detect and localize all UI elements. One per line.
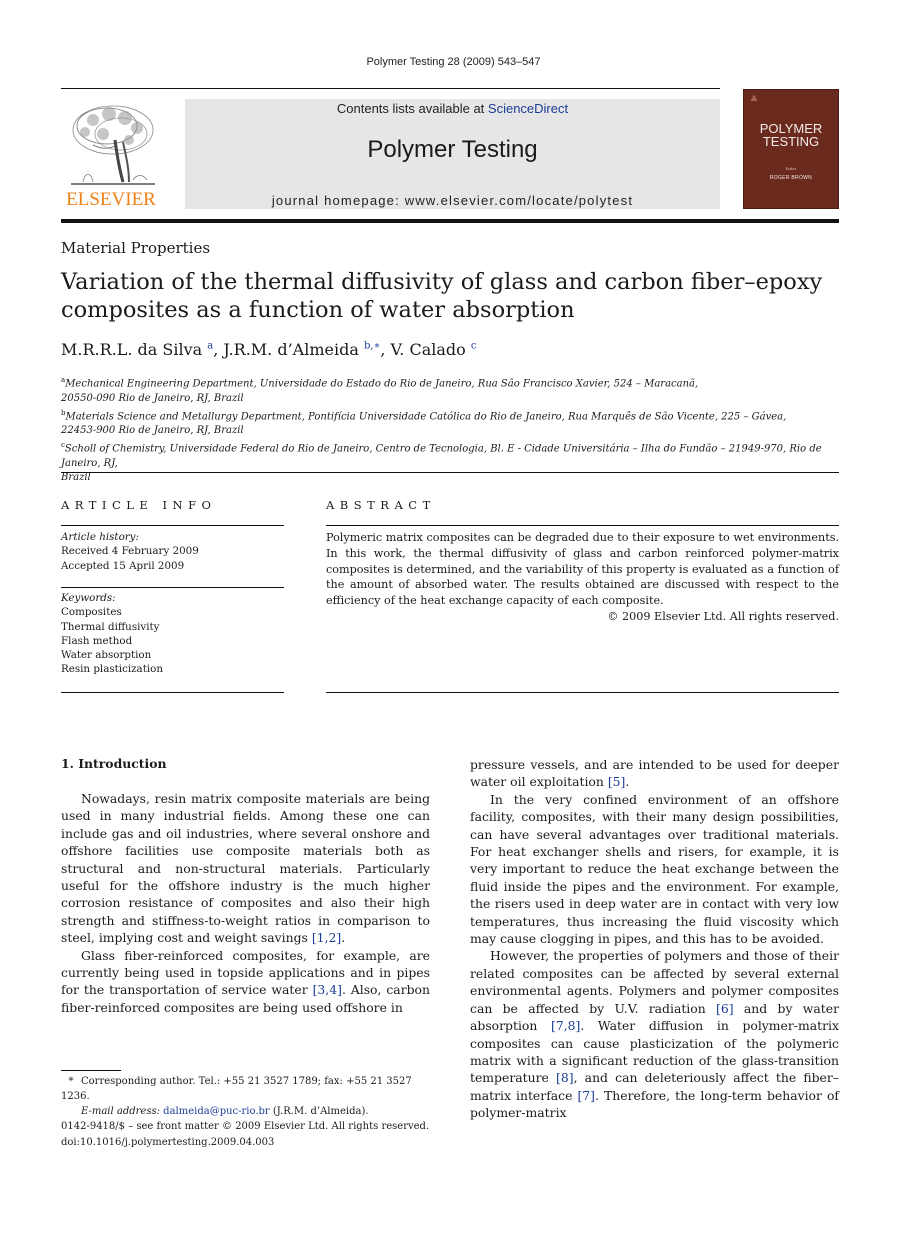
citation-link[interactable]: [5] — [608, 774, 626, 789]
elsevier-tree-icon — [71, 105, 155, 185]
header-rule — [61, 88, 720, 89]
article-info-rule — [61, 525, 284, 526]
affiliation-text: Scholl of Chemistry, Universidade Federa… — [61, 443, 822, 469]
issn-line: 0142-9418/$ – see front matter © 2009 El… — [61, 1121, 430, 1132]
keyword: Composites — [61, 606, 122, 619]
affiliation-item-cont: 20550-090 Rio de Janeiro, RJ, Brazil — [61, 392, 244, 404]
author-name[interactable]: J.R.M. d’Almeida — [223, 340, 358, 359]
affiliation-item: cScholl of Chemistry, Universidade Feder… — [61, 438, 841, 471]
affiliations: aMechanical Engineering Department, Univ… — [61, 373, 841, 485]
masthead-thick-rule — [61, 219, 839, 223]
affiliation-item-cont: Brazil — [61, 472, 91, 484]
affiliation-item: aMechanical Engineering Department, Univ… — [61, 373, 841, 392]
contents-prefix: Contents lists available at — [336, 101, 488, 116]
footnote-rule — [61, 1070, 121, 1071]
affiliation-item: bMaterials Science and Metallurgy Depart… — [61, 406, 841, 425]
citation-link[interactable]: [7,8] — [551, 1018, 580, 1033]
author-affiliation-marker[interactable]: a — [207, 341, 213, 352]
citation-link[interactable]: [6] — [716, 1001, 734, 1016]
sciencedirect-link[interactable]: ScienceDirect — [488, 101, 568, 116]
article-info-heading: ARTICLE INFO — [61, 498, 217, 512]
journal-homepage-link[interactable]: journal homepage: www.elsevier.com/locat… — [185, 193, 720, 208]
author-name[interactable]: V. Calado — [391, 340, 466, 359]
author-name[interactable]: M.R.R.L. da Silva — [61, 340, 202, 359]
doi-link[interactable]: doi:10.1016/j.polymertesting.2009.04.003 — [61, 1135, 441, 1151]
section-heading: 1. Introduction — [61, 756, 167, 771]
footnote-line: * Corresponding author. Tel.: +55 21 3527… — [61, 1074, 436, 1104]
paragraph-text: . — [625, 774, 630, 790]
footnote-contact: Corresponding author. Tel.: +55 21 3527 … — [61, 1076, 412, 1102]
affiliation-text: Mechanical Engineering Department, Unive… — [65, 378, 699, 390]
author-affiliation-marker[interactable]: c — [471, 341, 477, 352]
cover-title-line2: TESTING — [762, 134, 820, 149]
footnote-star: * — [68, 1076, 74, 1087]
cover-editor-name: ROGER BROWN — [769, 175, 813, 181]
paragraph: In the very confined environment of an o… — [470, 791, 839, 947]
paragraph: Nowadays, resin matrix composite materia… — [61, 790, 430, 947]
article-title: Variation of the thermal diffusivity of … — [61, 269, 823, 323]
title-block-rule — [61, 472, 839, 473]
article-category: Material Properties — [61, 239, 211, 257]
abstract-copyright: © 2009 Elsevier Ltd. All rights reserved… — [607, 609, 839, 623]
citation-link[interactable]: [8] — [556, 1070, 574, 1085]
keyword: Water absorption — [61, 649, 152, 662]
paragraph-text: Nowadays, resin matrix composite materia… — [61, 791, 430, 946]
paragraph: However, the properties of polymers and … — [470, 947, 839, 1121]
author-list: M.R.R.L. da Silva a, J.R.M. d’Almeida b,… — [61, 340, 477, 359]
abstract-rule — [326, 692, 839, 693]
elsevier-wordmark: ELSEVIER — [66, 189, 156, 210]
citation-link[interactable]: [1,2] — [312, 930, 341, 945]
keyword: Resin plasticization — [61, 663, 163, 676]
body-column-right: pressure vessels, and are intended to be… — [470, 756, 839, 1122]
paragraph: Glass fiber-reinforced composites, for e… — [61, 947, 430, 1017]
keyword: Thermal diffusivity — [61, 620, 160, 633]
imprint: 0142-9418/$ – see front matter © 2009 El… — [61, 1119, 441, 1150]
cover-publisher-icon: ♣ — [750, 95, 759, 105]
corresponding-author-footnote: * Corresponding author. Tel.: +55 21 3527… — [61, 1074, 436, 1119]
journal-masthead: Contents lists available at ScienceDirec… — [185, 99, 720, 209]
abstract-heading: ABSTRACT — [326, 498, 436, 512]
email-owner: (J.R.M. d’Almeida). — [269, 1106, 369, 1117]
journal-cover-thumbnail[interactable]: ♣ POLYMER TESTING Editor ROGER BROWN — [743, 89, 839, 209]
elsevier-logo[interactable]: ELSEVIER — [61, 98, 161, 210]
email-label: E-mail address: — [81, 1106, 160, 1117]
abstract-body: Polymeric matrix composites can be degra… — [326, 530, 839, 625]
article-info-rule — [61, 692, 284, 693]
abstract-text: Polymeric matrix composites can be degra… — [326, 531, 839, 608]
contents-line: Contents lists available at ScienceDirec… — [185, 101, 720, 116]
citation-link[interactable]: [3,4] — [313, 982, 342, 997]
keyword: Flash method — [61, 634, 133, 647]
history-label: Article history: — [61, 531, 139, 543]
running-head: Polymer Testing 28 (2009) 543–547 — [366, 56, 541, 68]
footnote-email-line: E-mail address: dalmeida@puc-rio.br (J.R… — [61, 1104, 436, 1119]
affiliation-text: Materials Science and Metallurgy Departm… — [65, 411, 787, 423]
received-date: Received 4 February 2009 — [61, 545, 199, 558]
article-history: Article history: Received 4 February 200… — [61, 530, 284, 573]
cover-title: POLYMER TESTING — [744, 122, 838, 148]
email-link[interactable]: dalmeida@puc-rio.br — [163, 1106, 270, 1117]
keywords-block: Keywords: Composites Thermal diffusivity… — [61, 591, 284, 677]
journal-name: Polymer Testing — [367, 136, 538, 163]
citation-link[interactable]: [7] — [577, 1088, 595, 1103]
body-column-left: Nowadays, resin matrix composite materia… — [61, 790, 430, 1016]
author-affiliation-marker[interactable]: b,∗ — [364, 341, 380, 352]
accepted-date: Accepted 15 April 2009 — [61, 559, 185, 572]
cover-editor-label: Editor — [785, 166, 797, 171]
affiliation-item-cont: 22453-900 Rio de Janeiro, RJ, Brazil — [61, 425, 244, 437]
abstract-rule — [326, 525, 839, 526]
article-info-rule — [61, 587, 284, 588]
paragraph-text: . — [341, 930, 346, 946]
paragraph: pressure vessels, and are intended to be… — [470, 756, 839, 791]
paragraph-text: pressure vessels, and are intended to be… — [470, 757, 839, 790]
keywords-label: Keywords: — [61, 592, 116, 604]
